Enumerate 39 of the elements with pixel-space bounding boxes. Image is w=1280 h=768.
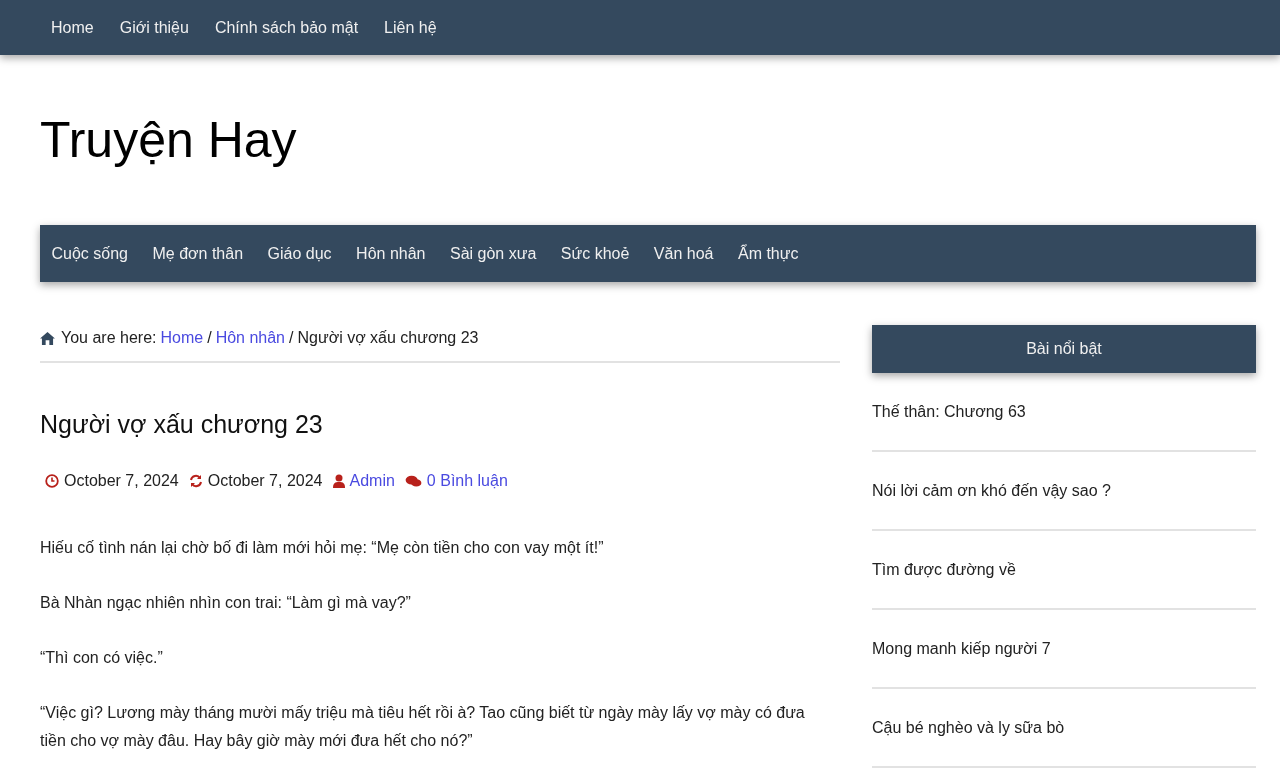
nav-link[interactable]: Home (38, 18, 107, 37)
nav-link[interactable]: Liên hệ (371, 18, 450, 37)
paragraph: Hiếu cố tình nán lại chờ bố đi làm mới hỏi mẹ: “Mẹ còn tiền cho con vay một ít!” (40, 538, 605, 558)
comments-icon (404, 474, 422, 488)
featured-post-link[interactable]: Mong manh kiếp người 7 (872, 639, 1051, 658)
breadcrumb-separator: / (207, 329, 212, 347)
breadcrumb-link[interactable]: Home (160, 329, 204, 347)
widget-title: Bài nổi bật (872, 325, 1256, 373)
category-link[interactable]: Sức khoẻ (549, 244, 643, 263)
post-title: Người vợ xấu chương 23 (40, 410, 324, 439)
refresh-icon (188, 474, 203, 488)
breadcrumb-current: Người vợ xấu chương 23 (297, 329, 479, 347)
author-link[interactable]: Admin (349, 472, 395, 490)
paragraph: Bà Nhàn ngạc nhiên nhìn con trai: “Làm gì mà vay?” (40, 593, 412, 613)
person-icon (332, 474, 345, 488)
nav-link[interactable]: Giới thiệu (106, 18, 202, 37)
category-link[interactable]: Cuộc sống (40, 244, 141, 263)
category-link[interactable]: Mẹ đơn thân (141, 244, 257, 263)
publish-date: October 7, 2024 (64, 472, 179, 490)
category-link[interactable]: Giáo dục (256, 244, 345, 263)
category-link[interactable]: Hôn nhân (344, 244, 439, 263)
featured-post-link[interactable]: Cậu bé nghèo và ly sữa bò (872, 718, 1065, 737)
nav-link[interactable]: Chính sách bảo mật (201, 18, 372, 37)
featured-post-link[interactable]: Tìm được đường về (872, 560, 1016, 579)
breadcrumb-label: You are here: (61, 329, 157, 347)
featured-post-link[interactable]: Thế thân: Chương 63 (872, 402, 1026, 421)
category-link[interactable]: Văn hoá (642, 244, 727, 263)
breadcrumb-separator: / (289, 329, 294, 347)
comments-link[interactable]: 0 Bình luận (426, 472, 508, 490)
site-title: Truyện Hay (40, 111, 298, 169)
category-link[interactable]: Ẩm thực (726, 244, 812, 263)
paragraph: “Thì con có việc.” (40, 648, 164, 668)
clock-icon (45, 474, 59, 488)
category-link[interactable]: Sài gòn xưa (438, 244, 550, 263)
breadcrumb-link[interactable]: Hôn nhân (215, 329, 285, 347)
paragraph: “Việc gì? Lương mày tháng mười mấy triệu mà tiêu hết rồi à? Tao cũng biết từ ngày mày lấy vợ mày có đưa tiền cho vợ mày đâu. Hay bây giờ mày mới đưa hết cho nó?” (40, 703, 806, 751)
home-icon (40, 331, 55, 345)
featured-post-link[interactable]: Nói lời cảm ơn khó đến vậy sao ? (872, 481, 1111, 500)
updated-date: October 7, 2024 (207, 472, 323, 490)
